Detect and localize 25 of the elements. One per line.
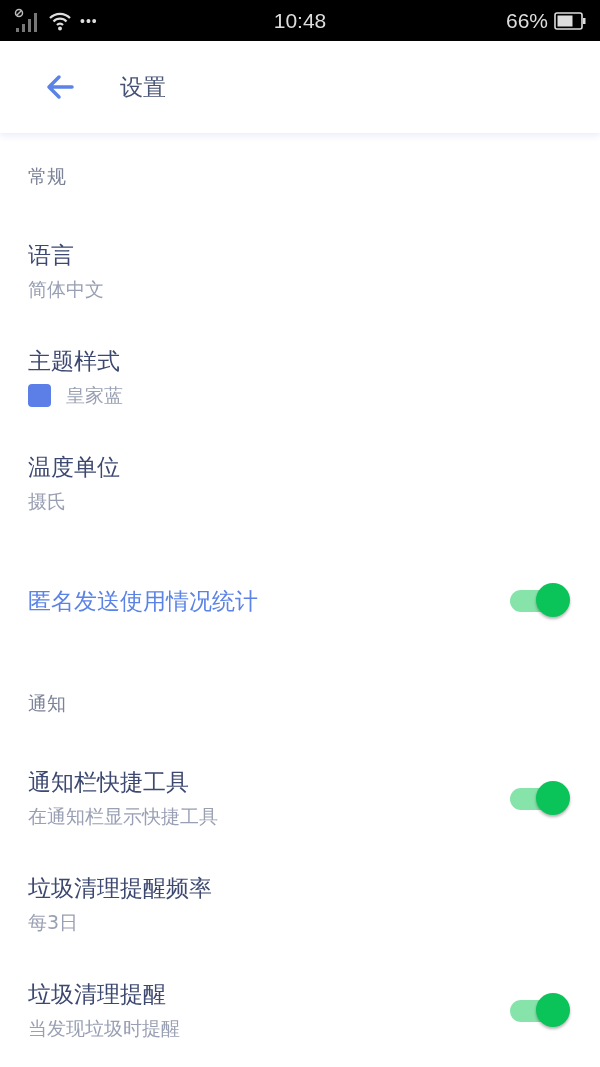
section-title: 常规 <box>27 164 67 189</box>
toggle-switch[interactable] <box>508 993 572 1029</box>
wifi-icon <box>48 10 72 31</box>
battery-icon <box>554 11 586 30</box>
setting-title[interactable]: 通知栏快捷工具 <box>28 767 508 797</box>
signal-icon <box>14 7 40 34</box>
section-title: 通知 <box>27 691 67 716</box>
setting-value: 简体中文 <box>28 277 104 302</box>
toggle-switch[interactable] <box>508 781 572 817</box>
setting-title[interactable]: 垃圾清理提醒 <box>28 979 508 1009</box>
setting-description: 在通知栏显示快捷工具 <box>28 804 218 829</box>
setting-title[interactable]: 语言 <box>28 240 572 270</box>
setting-title[interactable]: 匿名发送使用情况统计 <box>28 586 508 616</box>
setting-value: 皇家蓝 <box>66 383 123 408</box>
setting-title[interactable]: 主题样式 <box>28 346 572 376</box>
setting-value: 摄氏 <box>28 489 66 514</box>
setting-title[interactable]: 垃圾清理提醒频率 <box>28 873 572 903</box>
toggle-switch[interactable] <box>508 583 572 619</box>
clock-time: 10:48 <box>273 8 327 32</box>
more-indicator: ••• <box>80 12 98 29</box>
battery-percentage: 66% <box>506 8 548 33</box>
setting-value: 每3日 <box>28 910 79 935</box>
page-title: 设置 <box>120 72 166 102</box>
setting-title[interactable]: 温度单位 <box>28 452 572 482</box>
setting-description: 当发现垃圾时提醒 <box>28 1016 180 1041</box>
